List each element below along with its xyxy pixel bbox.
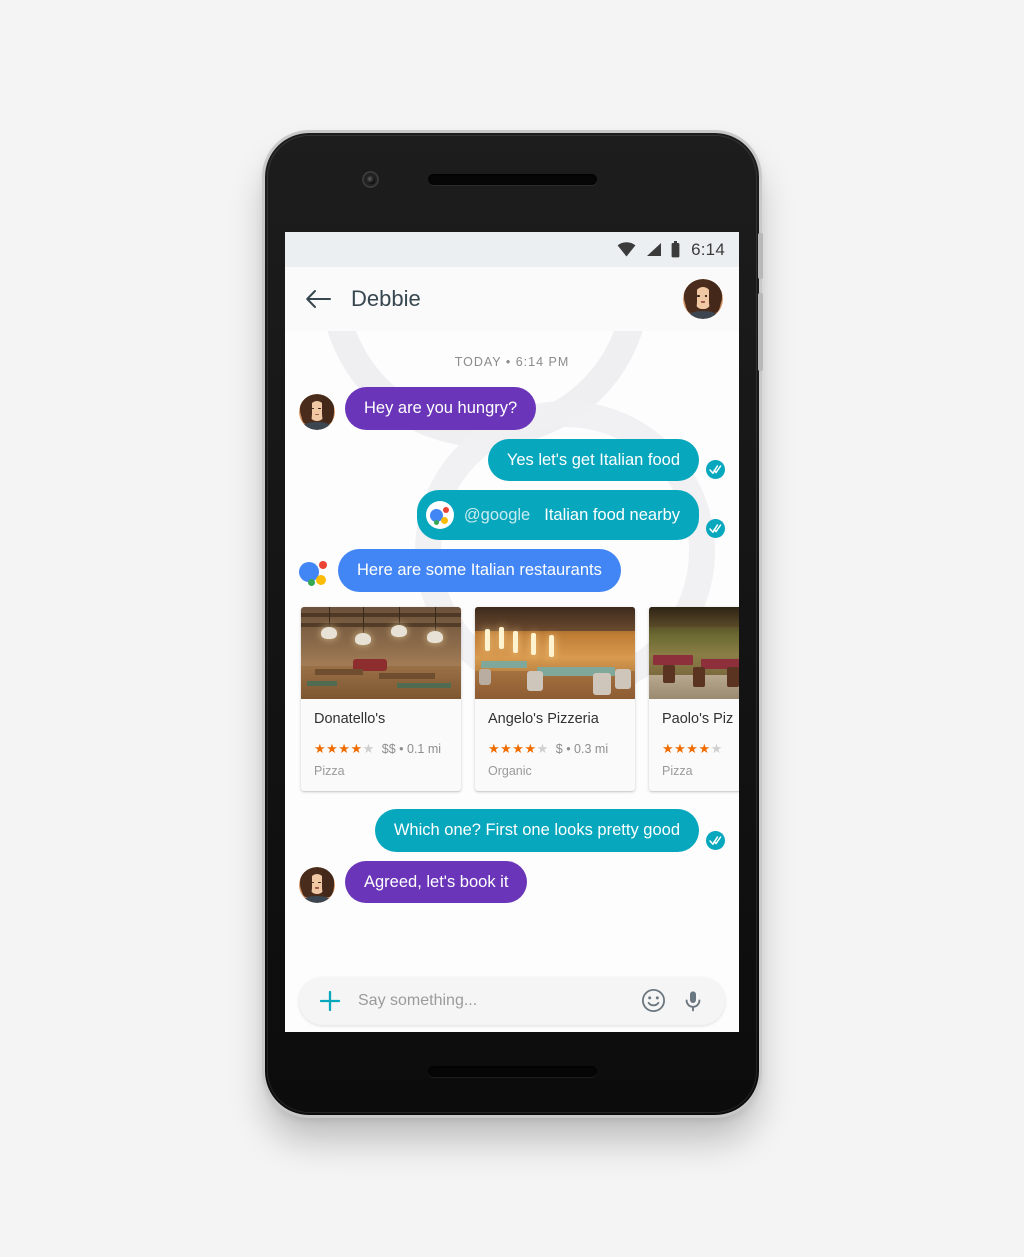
microphone-icon[interactable] [679, 987, 707, 1015]
restaurant-card-carousel[interactable]: Donatello's ★★★★★ $$ • 0.1 mi Pizza Ange… [285, 601, 739, 795]
message-bubble[interactable]: Yes let's get Italian food [487, 438, 699, 482]
chat-message-list[interactable]: TODAY • 6:14 PM Hey are you hungry? Yes … [285, 331, 739, 969]
rating-stars: ★★★★★ [314, 740, 375, 756]
restaurant-card[interactable]: Donatello's ★★★★★ $$ • 0.1 mi Pizza [301, 606, 461, 791]
plus-icon[interactable] [317, 988, 343, 1014]
emoji-smiley-icon[interactable] [639, 987, 667, 1015]
power-button[interactable] [758, 233, 763, 279]
message-row: Here are some Italian restaurants [285, 549, 739, 592]
status-bar: 6:14 [285, 232, 739, 267]
avatar[interactable] [683, 279, 723, 319]
restaurant-name: Donatello's [314, 710, 386, 727]
restaurant-name: Angelo's Pizzeria [488, 710, 599, 727]
camera-lens [366, 175, 375, 184]
assistant-query-bubble[interactable]: @google Italian food nearby [416, 490, 699, 541]
assistant-mention-label: @google [463, 505, 531, 524]
day-divider: TODAY • 6:14 PM [454, 355, 570, 369]
avatar[interactable] [299, 393, 335, 430]
restaurant-name: Paolo's Piz [662, 710, 734, 727]
bottom-speaker [428, 1066, 597, 1077]
message-row: Which one? First one looks pretty good [285, 808, 739, 852]
google-assistant-icon [425, 501, 454, 530]
page-title: Debbie [351, 286, 421, 311]
earpiece-speaker [428, 174, 597, 185]
cellular-signal-icon [645, 242, 662, 257]
read-receipt-icon [706, 519, 725, 539]
app-bar: Debbie [285, 267, 739, 331]
message-composer [285, 969, 739, 1032]
restaurant-category: Pizza [662, 763, 693, 778]
phone-device-frame: 6:14 Debbie TODAY • 6:14 PM Hey are you … [265, 133, 763, 1115]
rating-stars: ★★★★★ [488, 740, 549, 756]
price-distance: $$ • 0.1 mi [381, 741, 442, 756]
wifi-icon [617, 242, 636, 257]
message-bubble[interactable]: Here are some Italian restaurants [338, 549, 621, 592]
front-camera-icon [362, 171, 379, 188]
battery-icon [671, 241, 680, 258]
price-distance: $ • 0.3 mi [555, 741, 609, 756]
volume-button[interactable] [758, 293, 763, 371]
restaurant-card[interactable]: Paolo's Piz ★★★★★ Pizza [649, 606, 739, 791]
restaurant-photo [649, 606, 739, 699]
message-row: Agreed, let's book it [285, 860, 739, 904]
message-bubble[interactable]: Agreed, let's book it [345, 860, 528, 904]
message-text: Italian food nearby [544, 505, 680, 524]
message-row: @google Italian food nearby [285, 490, 739, 541]
message-bubble[interactable]: Hey are you hungry? [345, 387, 537, 430]
status-bar-clock: 6:14 [691, 239, 725, 259]
search-input[interactable] [358, 991, 627, 1010]
restaurant-category: Pizza [314, 763, 345, 778]
rating-stars: ★★★★★ [662, 740, 723, 756]
read-receipt-icon [706, 830, 725, 850]
read-receipt-icon [706, 460, 725, 480]
back-arrow-icon[interactable] [301, 282, 335, 316]
message-row: Hey are you hungry? [285, 387, 739, 430]
google-assistant-icon [299, 559, 329, 589]
message-bubble[interactable]: Which one? First one looks pretty good [374, 808, 699, 852]
composer-bar[interactable] [299, 976, 725, 1025]
avatar[interactable] [299, 867, 335, 904]
phone-screen: 6:14 Debbie TODAY • 6:14 PM Hey are you … [285, 232, 739, 1032]
message-row: Yes let's get Italian food [285, 438, 739, 482]
restaurant-card[interactable]: Angelo's Pizzeria ★★★★★ $ • 0.3 mi Organ… [475, 606, 635, 791]
restaurant-photo [301, 606, 461, 699]
restaurant-category: Organic [488, 763, 532, 778]
restaurant-photo [475, 606, 635, 699]
